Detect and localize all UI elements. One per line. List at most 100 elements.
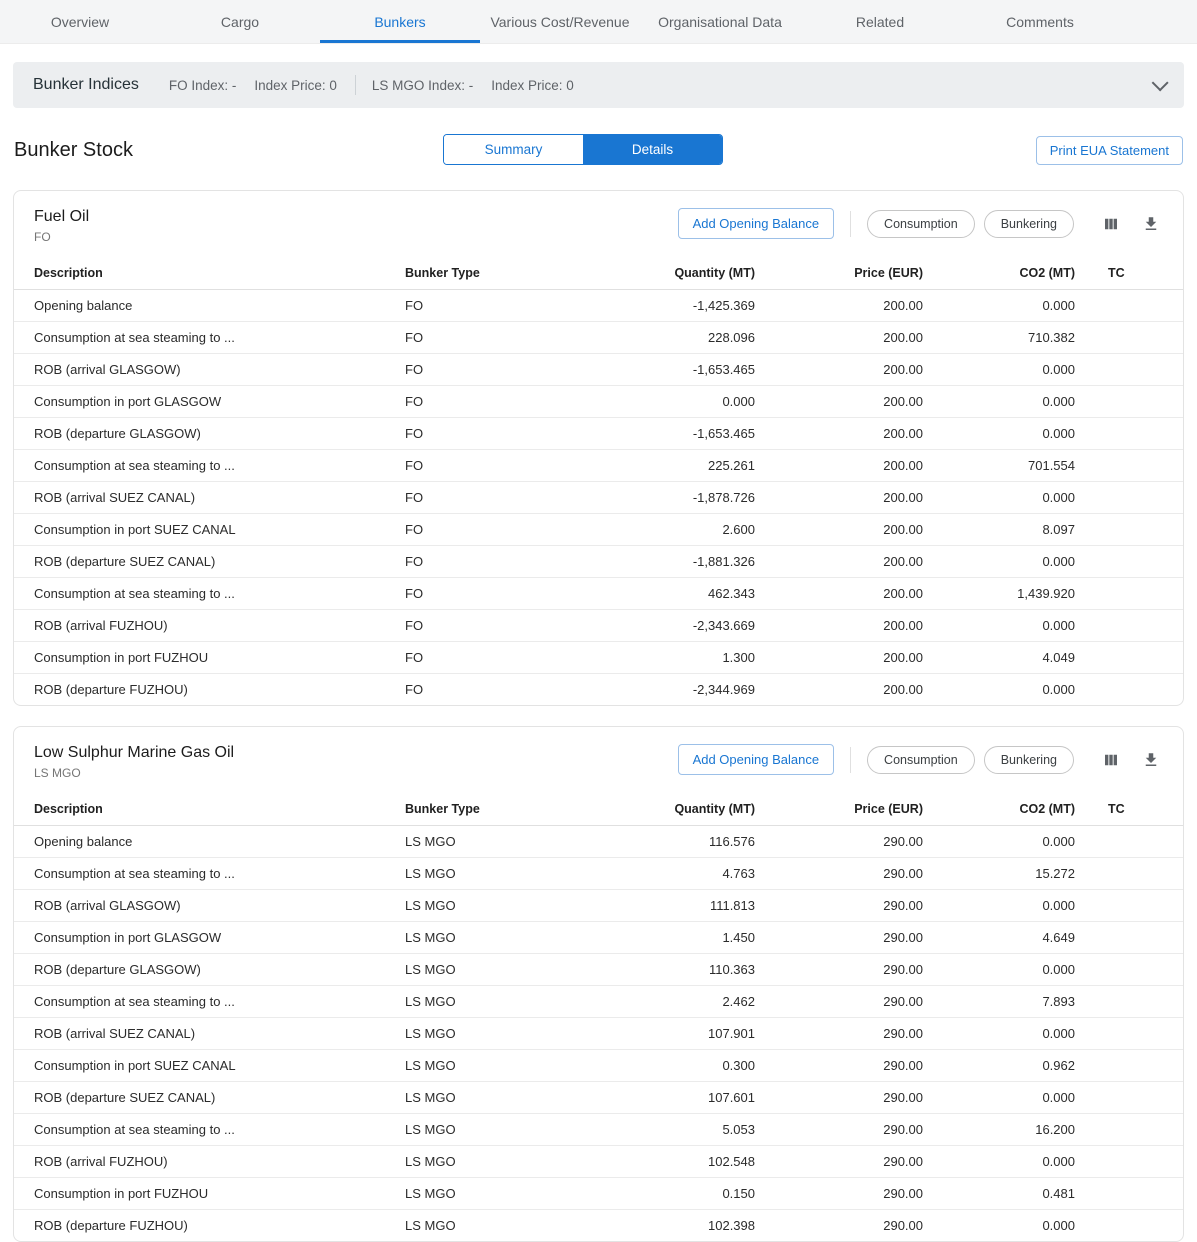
cell-co2: 0.000 bbox=[923, 482, 1075, 514]
cell-co2: 0.000 bbox=[923, 674, 1075, 706]
columns-icon[interactable] bbox=[1099, 748, 1123, 772]
cell-price: 290.00 bbox=[755, 922, 923, 954]
columns-icon[interactable] bbox=[1099, 212, 1123, 236]
cell-description: ROB (departure SUEZ CANAL) bbox=[14, 546, 405, 578]
cell-bunker-type: FO bbox=[405, 322, 595, 354]
cell-bunker-type: LS MGO bbox=[405, 1178, 595, 1210]
cell-bunker-type: FO bbox=[405, 354, 595, 386]
download-icon[interactable] bbox=[1139, 748, 1163, 772]
table-row: Consumption in port FUZHOULS MGO0.150290… bbox=[14, 1178, 1183, 1210]
fo-index-price-value: Index Price: 0 bbox=[254, 78, 337, 93]
cell-tc bbox=[1075, 922, 1183, 954]
column-header-co2: CO2 (MT) bbox=[923, 792, 1075, 826]
summary-toggle-button[interactable]: Summary bbox=[444, 135, 583, 164]
chevron-down-icon[interactable] bbox=[1152, 74, 1169, 91]
cell-bunker-type: LS MGO bbox=[405, 1146, 595, 1178]
cell-price: 200.00 bbox=[755, 450, 923, 482]
card-title: Low Sulphur Marine Gas Oil bbox=[34, 744, 234, 762]
cell-tc bbox=[1075, 290, 1183, 322]
add-opening-balance-button[interactable]: Add Opening Balance bbox=[678, 208, 834, 239]
cell-tc bbox=[1075, 986, 1183, 1018]
cell-bunker-type: FO bbox=[405, 514, 595, 546]
cell-tc bbox=[1075, 1178, 1183, 1210]
consumption-button[interactable]: Consumption bbox=[867, 210, 975, 238]
cell-tc bbox=[1075, 1050, 1183, 1082]
add-opening-balance-button[interactable]: Add Opening Balance bbox=[678, 744, 834, 775]
bunkering-button[interactable]: Bunkering bbox=[984, 210, 1074, 238]
table-row: ROB (departure GLASGOW)LS MGO110.363290.… bbox=[14, 954, 1183, 986]
cell-co2: 0.000 bbox=[923, 1082, 1075, 1114]
tab-overview[interactable]: Overview bbox=[0, 0, 160, 43]
table-row: Consumption in port SUEZ CANALFO2.600200… bbox=[14, 514, 1183, 546]
cell-co2: 0.000 bbox=[923, 354, 1075, 386]
cell-description: Consumption at sea steaming to ... bbox=[14, 858, 405, 890]
cell-description: Consumption in port SUEZ CANAL bbox=[14, 514, 405, 546]
cell-tc bbox=[1075, 578, 1183, 610]
cell-description: ROB (departure FUZHOU) bbox=[14, 674, 405, 706]
cell-quantity: 107.901 bbox=[595, 1018, 755, 1050]
cell-co2: 0.000 bbox=[923, 386, 1075, 418]
cell-bunker-type: LS MGO bbox=[405, 858, 595, 890]
cell-description: ROB (arrival SUEZ CANAL) bbox=[14, 1018, 405, 1050]
cell-quantity: 107.601 bbox=[595, 1082, 755, 1114]
fuel-oil-card: Fuel Oil FO Add Opening Balance Consumpt… bbox=[13, 190, 1184, 706]
consumption-button[interactable]: Consumption bbox=[867, 746, 975, 774]
table-row: Consumption at sea steaming to ...LS MGO… bbox=[14, 986, 1183, 1018]
cell-bunker-type: LS MGO bbox=[405, 890, 595, 922]
cell-price: 290.00 bbox=[755, 986, 923, 1018]
cell-description: Consumption at sea steaming to ... bbox=[14, 450, 405, 482]
column-header-tc: TC bbox=[1075, 792, 1183, 826]
table-row: Consumption at sea steaming to ...LS MGO… bbox=[14, 1114, 1183, 1146]
table-row: ROB (arrival SUEZ CANAL)LS MGO107.901290… bbox=[14, 1018, 1183, 1050]
cell-quantity: 4.763 bbox=[595, 858, 755, 890]
cell-tc bbox=[1075, 954, 1183, 986]
cell-description: Opening balance bbox=[14, 290, 405, 322]
cell-quantity: 2.462 bbox=[595, 986, 755, 1018]
cell-co2: 0.000 bbox=[923, 546, 1075, 578]
cell-tc bbox=[1075, 858, 1183, 890]
cell-bunker-type: FO bbox=[405, 674, 595, 706]
details-toggle-button[interactable]: Details bbox=[583, 135, 722, 164]
cell-price: 290.00 bbox=[755, 1082, 923, 1114]
cell-tc bbox=[1075, 1114, 1183, 1146]
cell-description: Opening balance bbox=[14, 826, 405, 858]
print-eua-statement-button[interactable]: Print EUA Statement bbox=[1036, 136, 1183, 165]
cell-quantity: 0.300 bbox=[595, 1050, 755, 1082]
bunker-stock-header: Bunker Stock Summary Details Print EUA S… bbox=[14, 134, 1183, 166]
cell-co2: 0.000 bbox=[923, 1018, 1075, 1050]
cell-bunker-type: LS MGO bbox=[405, 1082, 595, 1114]
fuel-oil-table: Description Bunker Type Quantity (MT) Pr… bbox=[14, 256, 1183, 705]
tab-related[interactable]: Related bbox=[800, 0, 960, 43]
tab-cargo[interactable]: Cargo bbox=[160, 0, 320, 43]
table-row: Opening balanceFO-1,425.369200.000.000 bbox=[14, 290, 1183, 322]
tab-various-cost-revenue[interactable]: Various Cost/Revenue bbox=[480, 0, 640, 43]
cell-price: 200.00 bbox=[755, 418, 923, 450]
bunker-indices-bar[interactable]: Bunker Indices FO Index: - Index Price: … bbox=[13, 62, 1184, 108]
cell-price: 200.00 bbox=[755, 578, 923, 610]
cell-bunker-type: LS MGO bbox=[405, 1018, 595, 1050]
cell-description: ROB (arrival FUZHOU) bbox=[14, 1146, 405, 1178]
tab-comments[interactable]: Comments bbox=[960, 0, 1120, 43]
download-icon[interactable] bbox=[1139, 212, 1163, 236]
table-row: ROB (arrival SUEZ CANAL)FO-1,878.726200.… bbox=[14, 482, 1183, 514]
cell-description: Consumption at sea steaming to ... bbox=[14, 986, 405, 1018]
indices-divider bbox=[355, 75, 356, 95]
cell-tc bbox=[1075, 386, 1183, 418]
column-header-bunker-type: Bunker Type bbox=[405, 792, 595, 826]
bunkering-button[interactable]: Bunkering bbox=[984, 746, 1074, 774]
cell-description: ROB (departure GLASGOW) bbox=[14, 418, 405, 450]
tab-bunkers[interactable]: Bunkers bbox=[320, 0, 480, 43]
cell-co2: 710.382 bbox=[923, 322, 1075, 354]
cell-bunker-type: LS MGO bbox=[405, 986, 595, 1018]
cell-description: ROB (departure GLASGOW) bbox=[14, 954, 405, 986]
tab-organisational-data[interactable]: Organisational Data bbox=[640, 0, 800, 43]
table-row: Consumption at sea steaming to ...FO225.… bbox=[14, 450, 1183, 482]
table-row: ROB (arrival GLASGOW)FO-1,653.465200.000… bbox=[14, 354, 1183, 386]
cell-bunker-type: LS MGO bbox=[405, 1114, 595, 1146]
cell-tc bbox=[1075, 546, 1183, 578]
cell-price: 290.00 bbox=[755, 1050, 923, 1082]
cell-quantity: 1.450 bbox=[595, 922, 755, 954]
cell-co2: 1,439.920 bbox=[923, 578, 1075, 610]
cell-quantity: 102.398 bbox=[595, 1210, 755, 1242]
cell-quantity: 225.261 bbox=[595, 450, 755, 482]
